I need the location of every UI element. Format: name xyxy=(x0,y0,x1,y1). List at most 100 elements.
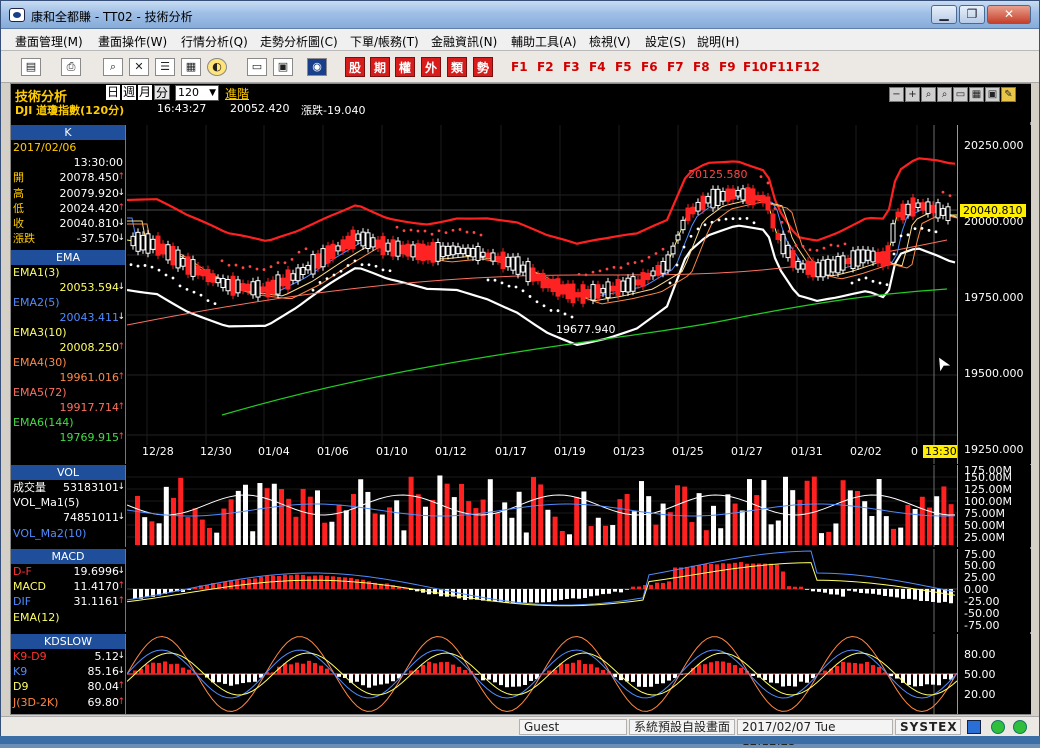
stock-button[interactable]: 股 xyxy=(345,57,365,77)
macd-bar xyxy=(883,589,887,596)
volume-bar xyxy=(178,478,183,545)
save-icon[interactable]: ▦ xyxy=(969,87,984,102)
sar-dot xyxy=(438,229,441,232)
period-week[interactable]: 週 xyxy=(122,85,136,100)
ema-label: EMA5(72) xyxy=(13,386,67,399)
f12-button[interactable]: F12 xyxy=(795,60,820,74)
candle xyxy=(171,246,175,264)
sar-dot xyxy=(354,259,357,262)
period-day[interactable]: 日 xyxy=(106,85,120,100)
menu-view[interactable]: 檢視(V) xyxy=(589,33,631,50)
f6-button[interactable]: F6 xyxy=(641,60,658,74)
kd-bar xyxy=(241,674,245,683)
logo-icon[interactable]: ◉ xyxy=(307,58,327,76)
futures-button[interactable]: 期 xyxy=(370,57,390,77)
volume-bar xyxy=(812,477,817,545)
minimize-button[interactable]: ▁ xyxy=(931,5,957,24)
macd-bar xyxy=(337,577,341,589)
menu-help[interactable]: 說明(H) xyxy=(697,33,739,50)
sar-dot xyxy=(627,262,630,265)
f5-button[interactable]: F5 xyxy=(615,60,632,74)
category-button[interactable]: 類 xyxy=(447,57,467,77)
interval-select[interactable]: 120▼ xyxy=(175,85,219,101)
f8-button[interactable]: F8 xyxy=(693,60,710,74)
menu-trend-chart[interactable]: 走勢分析圖(C) xyxy=(260,33,338,50)
f9-button[interactable]: F9 xyxy=(719,60,736,74)
candle xyxy=(266,282,270,297)
candlestick-chart[interactable]: 12/2812/3001/0401/0601/1001/1201/1701/19… xyxy=(127,125,957,464)
candle xyxy=(821,260,825,277)
menu-quote-analysis[interactable]: 行情分析(Q) xyxy=(181,33,248,50)
restore-button[interactable]: ❐ xyxy=(959,5,985,24)
cancel-icon[interactable]: ✕ xyxy=(129,58,149,76)
menu-tools[interactable]: 輔助工具(A) xyxy=(511,33,577,50)
sar-dot xyxy=(193,291,196,294)
sar-dot xyxy=(949,194,952,197)
period-minute[interactable]: 分 xyxy=(154,85,170,100)
macd-bar xyxy=(649,585,653,589)
sar-dot xyxy=(242,266,245,269)
arrow-icon: ↑ xyxy=(117,170,125,185)
candle xyxy=(256,281,260,297)
volume-bar xyxy=(927,508,932,545)
candle xyxy=(736,190,740,196)
volume-bar xyxy=(855,491,860,545)
f10-button[interactable]: F10 xyxy=(743,60,768,74)
sar-dot xyxy=(704,223,707,226)
chat-icon[interactable]: ▭ xyxy=(953,87,968,102)
macd-bar xyxy=(301,575,305,589)
arrow-icon: ↑ xyxy=(117,430,125,445)
candle xyxy=(876,253,880,263)
f7-button[interactable]: F7 xyxy=(667,60,684,74)
menu-settings[interactable]: 設定(S) xyxy=(645,33,686,50)
menu-finance-info[interactable]: 金融資訊(N) xyxy=(431,33,497,50)
print-icon[interactable]: ⎙ xyxy=(61,58,81,76)
kd-bar xyxy=(865,662,869,674)
chart-icon[interactable]: ▤ xyxy=(21,58,41,76)
pencil-icon[interactable]: ✎ xyxy=(1001,87,1016,102)
menu-screen-manage[interactable]: 畫面管理(M) xyxy=(15,33,83,50)
zoom-in-icon[interactable]: + xyxy=(905,87,920,102)
sar-dot xyxy=(662,248,665,251)
options-button[interactable]: 權 xyxy=(395,57,415,77)
period-month[interactable]: 月 xyxy=(138,85,152,100)
magnify-plus-icon[interactable]: ⌕ xyxy=(937,87,952,102)
candle xyxy=(566,284,570,299)
macd-bar xyxy=(721,563,725,589)
volume-bar xyxy=(250,531,255,545)
magnify-minus-icon[interactable]: ⌕ xyxy=(921,87,936,102)
search-icon[interactable]: ⌕ xyxy=(103,58,123,76)
sar-dot xyxy=(501,281,504,284)
f1-button[interactable]: F1 xyxy=(511,60,528,74)
foreign-button[interactable]: 外 xyxy=(421,57,441,77)
trend-button[interactable]: 勢 xyxy=(473,57,493,77)
macd-bar xyxy=(727,564,731,589)
export-icon[interactable]: ▣ xyxy=(985,87,1000,102)
menu-order[interactable]: 下單/帳務(T) xyxy=(350,33,419,50)
kd-bar xyxy=(739,668,743,674)
macd-bar xyxy=(511,589,515,603)
title-bar[interactable]: 康和全都賺 - TT02 - 技術分析 ▁ ❐ ✕ xyxy=(1,1,1039,29)
f11-button[interactable]: F11 xyxy=(769,60,794,74)
window-icon[interactable]: ▣ xyxy=(273,58,293,76)
sar-dot xyxy=(249,265,252,268)
kd-chart[interactable] xyxy=(127,634,957,714)
vol-row: VOL_Ma2(10) xyxy=(11,526,125,541)
f3-button[interactable]: F3 xyxy=(563,60,580,74)
macd-chart[interactable] xyxy=(127,549,957,632)
grid-icon[interactable]: ☰ xyxy=(155,58,175,76)
zoom-out-icon[interactable]: − xyxy=(889,87,904,102)
layout-icon[interactable]: ▦ xyxy=(181,58,201,76)
menu-screen-ops[interactable]: 畫面操作(W) xyxy=(98,33,167,50)
sar-dot xyxy=(382,268,385,271)
close-button[interactable]: ✕ xyxy=(987,5,1031,24)
k-value: 20078.450 xyxy=(60,170,120,185)
volume-chart[interactable] xyxy=(127,465,957,547)
card-icon[interactable]: ▭ xyxy=(247,58,267,76)
f4-button[interactable]: F4 xyxy=(589,60,606,74)
candle xyxy=(221,278,225,287)
kd-bar xyxy=(229,674,233,686)
f2-button[interactable]: F2 xyxy=(537,60,554,74)
dial-icon[interactable]: ◐ xyxy=(207,58,227,76)
advanced-link[interactable]: 進階 xyxy=(225,85,249,102)
